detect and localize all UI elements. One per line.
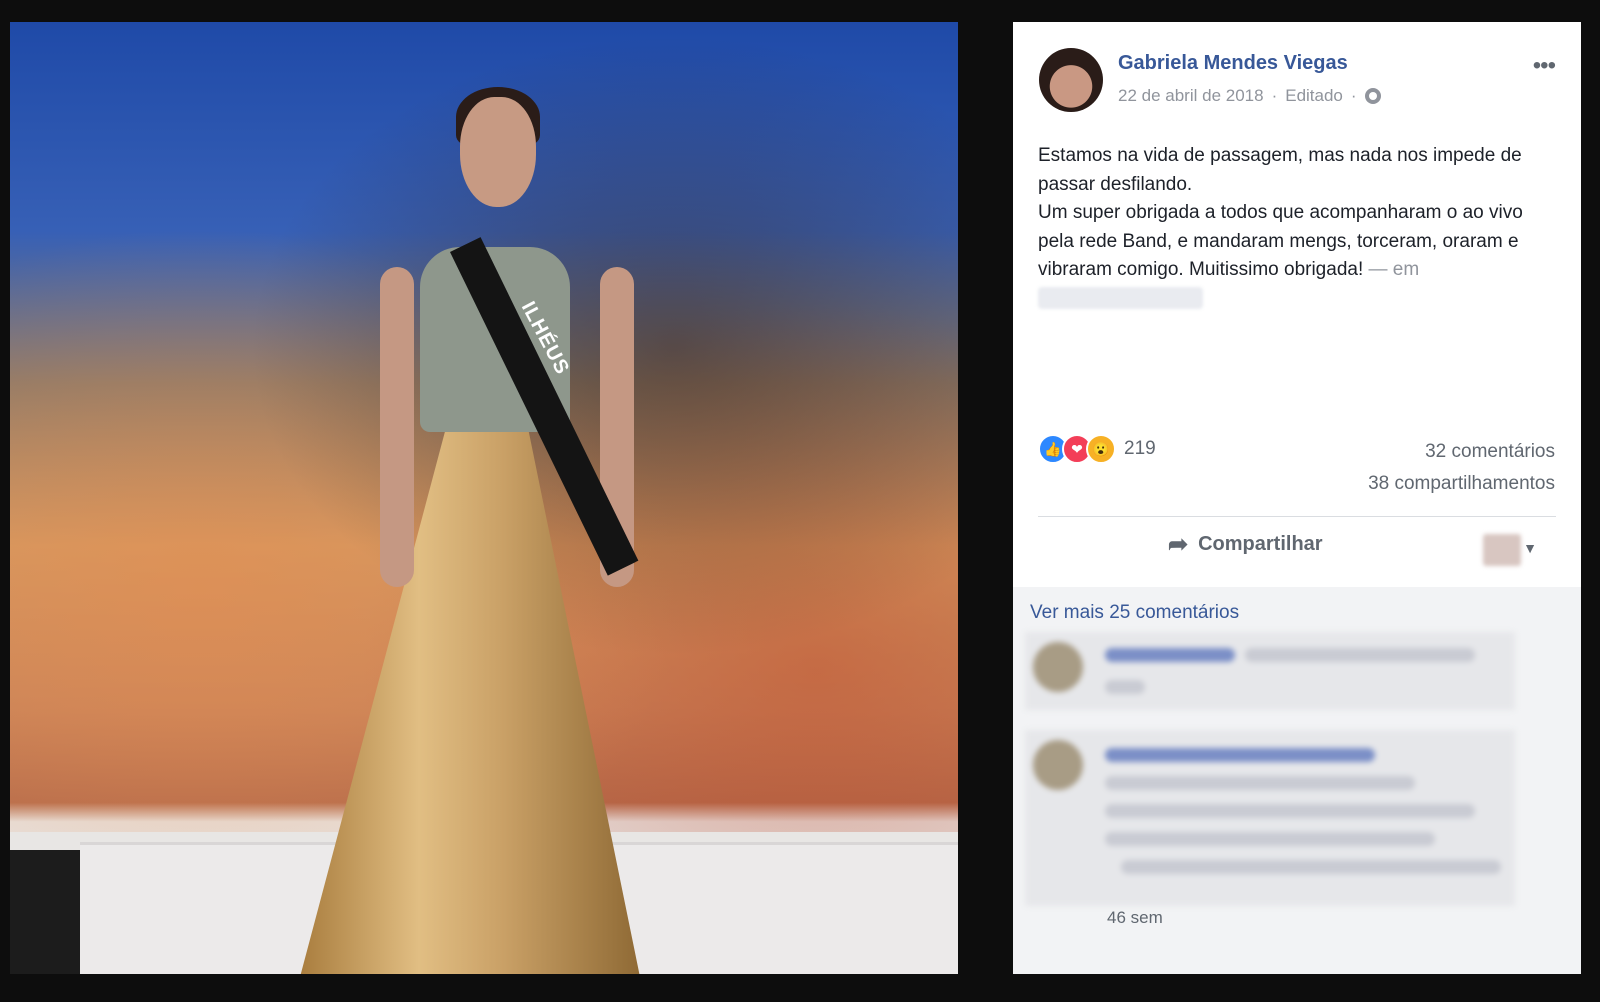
post-paragraph: Um super obrigada a todos que acompanhar… [1038,199,1558,313]
model-figure: ILHÉUS [300,87,680,974]
comment-avatar [1033,740,1083,790]
comment-author [1105,748,1375,762]
comment-text [1121,860,1501,874]
comment-author [1105,648,1235,662]
left-arm [380,267,414,587]
reactions-summary[interactable]: 👍 ❤ 😮 219 [1038,434,1156,464]
audience-avatar[interactable] [1483,534,1521,566]
post-text: Estamos na vida de passagem, mas nada no… [1038,142,1558,313]
post-date[interactable]: 22 de abril de 2018 [1118,86,1264,106]
wow-reaction-icon: 😮 [1086,434,1116,464]
tagged-location[interactable] [1038,287,1203,310]
face [460,97,536,207]
comment-item [1025,730,1515,906]
meta-separator: · [1350,86,1357,105]
post-meta: 22 de abril de 2018 · Editado · [1118,86,1381,106]
comment-text [1105,776,1415,790]
share-label: Compartilhar [1198,533,1323,555]
comment-text [1105,832,1435,846]
post-photo[interactable]: ILHÉUS [10,22,958,974]
engagement-counts: 32 comentários 38 compartilhamentos [1368,436,1555,500]
see-more-comments-link[interactable]: Ver mais 25 comentários [1030,602,1239,624]
comment-meta [1105,680,1145,694]
comment-time[interactable]: 46 sem [1107,908,1163,928]
reaction-count[interactable]: 219 [1124,438,1156,460]
post-author[interactable]: Gabriela Mendes Viegas [1118,52,1348,75]
location-prefix: — em [1368,259,1420,280]
post-paragraph: Estamos na vida de passagem, mas nada no… [1038,145,1522,195]
globe-icon[interactable] [1364,88,1381,104]
edited-label[interactable]: Editado [1285,86,1343,106]
shares-count[interactable]: 38 compartilhamentos [1368,468,1555,500]
post-paragraph-text: Um super obrigada a todos que acompanhar… [1038,202,1523,280]
chevron-down-icon[interactable]: ▼ [1523,540,1537,556]
share-button[interactable]: ➦ Compartilhar [1168,530,1323,559]
comment-text [1245,648,1475,662]
divider [1038,516,1556,517]
avatar[interactable] [1039,48,1103,112]
comment-avatar [1033,642,1083,692]
meta-separator: · [1271,86,1278,105]
comments-count[interactable]: 32 comentários [1368,436,1555,468]
more-options-icon[interactable]: ••• [1533,52,1556,80]
post-card: Gabriela Mendes Viegas 22 de abril de 20… [1013,22,1581,974]
comment-text [1105,804,1475,818]
share-arrow-icon: ➦ [1168,531,1189,558]
stage-shadow [10,850,80,974]
comment-item [1025,632,1515,710]
